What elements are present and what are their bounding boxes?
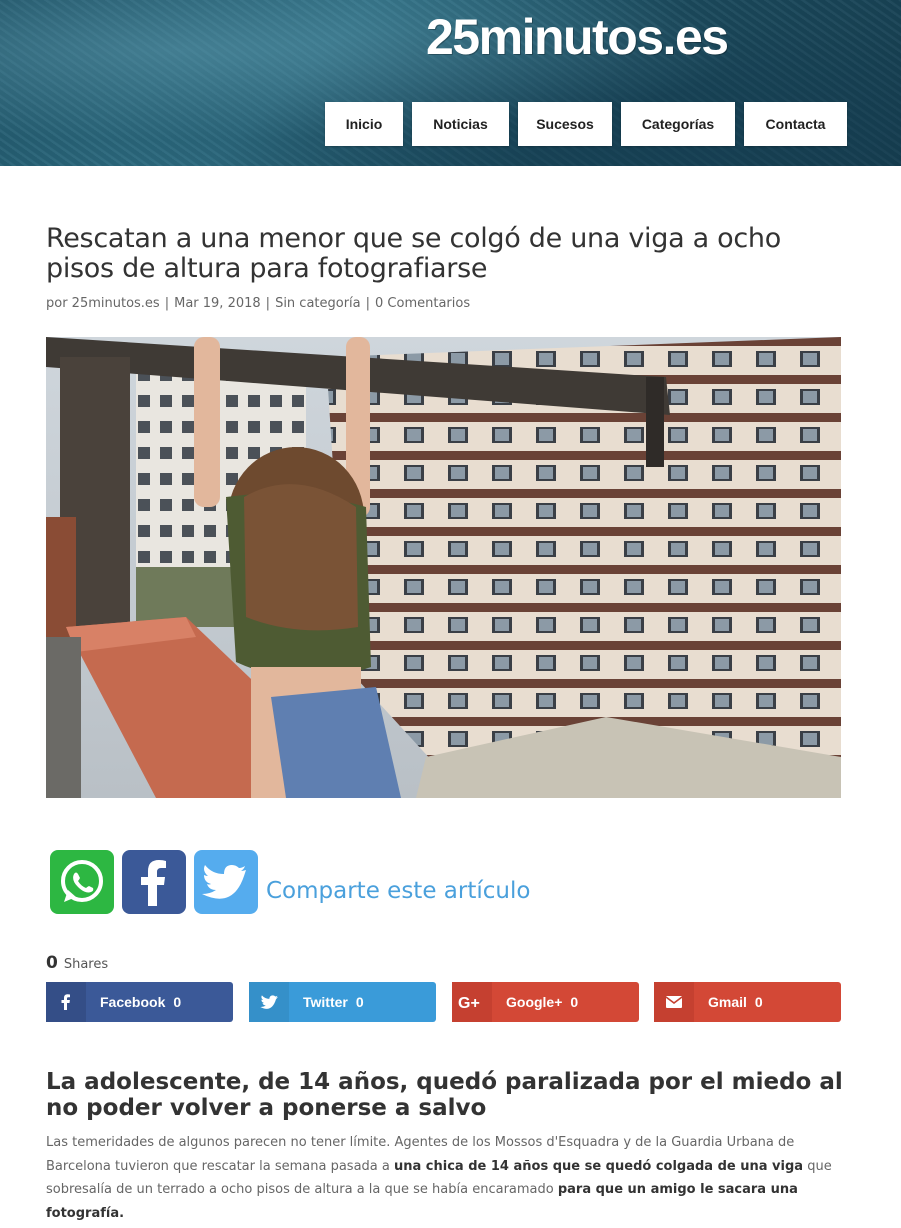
author-link[interactable]: por 25minutos.es (46, 296, 160, 311)
comments-link[interactable]: 0 Comentarios (375, 296, 470, 311)
paragraph-bold-text: una chica de 14 años que se quedó colgad… (393, 1158, 804, 1174)
site-header: 25minutos.es Inicio Noticias Sucesos Cat… (0, 0, 901, 166)
meta-separator: | (365, 296, 371, 311)
gmail-count: 0 (754, 994, 763, 1010)
shares-count: 0 (46, 953, 58, 973)
main-nav: Inicio Noticias Sucesos Categorías Conta… (0, 102, 901, 146)
featured-image-art (46, 337, 841, 798)
nav-item-contacta[interactable]: Contacta (744, 102, 847, 146)
article-title: Rescatan a una menor que se colgó de una… (46, 223, 781, 284)
meta-separator: | (164, 296, 170, 311)
facebook-share-button[interactable] (122, 850, 186, 914)
facebook-label: Facebook (100, 994, 166, 1010)
google-plus-icon: G+ (452, 982, 492, 1022)
nav-item-sucesos[interactable]: Sucesos (518, 102, 612, 146)
whatsapp-share-button[interactable] (50, 850, 114, 914)
featured-image (46, 337, 841, 798)
shares-total: 0 Shares (46, 953, 108, 973)
twitter-label: Twitter (303, 994, 348, 1010)
google-plus-share-count-button[interactable]: G+ Google+ 0 (452, 982, 639, 1022)
nav-item-categorias[interactable]: Categorías (621, 102, 735, 146)
gmail-label: Gmail (708, 994, 747, 1010)
google-plus-count: 0 (570, 994, 579, 1010)
facebook-icon (46, 982, 86, 1022)
article-subtitle: La adolescente, de 14 años, quedó parali… (46, 1069, 843, 1121)
share-prompt: Comparte este artículo (266, 878, 531, 904)
gmail-envelope-icon (654, 982, 694, 1022)
nav-item-inicio[interactable]: Inicio (325, 102, 403, 146)
twitter-share-count-button[interactable]: Twitter 0 (249, 982, 436, 1022)
twitter-icon (202, 865, 246, 899)
gmail-share-count-button[interactable]: Gmail 0 (654, 982, 841, 1022)
facebook-count: 0 (173, 994, 182, 1010)
google-plus-label: Google+ (506, 994, 563, 1010)
nav-item-noticias[interactable]: Noticias (412, 102, 509, 146)
site-logo[interactable]: 25minutos.es (426, 8, 729, 66)
post-date: Mar 19, 2018 (174, 296, 261, 311)
twitter-count: 0 (355, 994, 364, 1010)
article-meta: por 25minutos.es | Mar 19, 2018 | Sin catego… (46, 296, 470, 311)
svg-text:G+: G+ (458, 995, 480, 1010)
meta-separator: | (265, 296, 271, 311)
facebook-icon (141, 860, 166, 906)
twitter-icon (249, 982, 289, 1022)
twitter-share-button[interactable] (194, 850, 258, 914)
facebook-share-count-button[interactable]: Facebook 0 (46, 982, 233, 1022)
article-paragraph: Las temeridades de algunos parecen no te… (46, 1131, 846, 1225)
whatsapp-icon (61, 860, 103, 902)
category-link[interactable]: Sin categoría (275, 296, 361, 311)
shares-label: Shares (63, 957, 109, 972)
